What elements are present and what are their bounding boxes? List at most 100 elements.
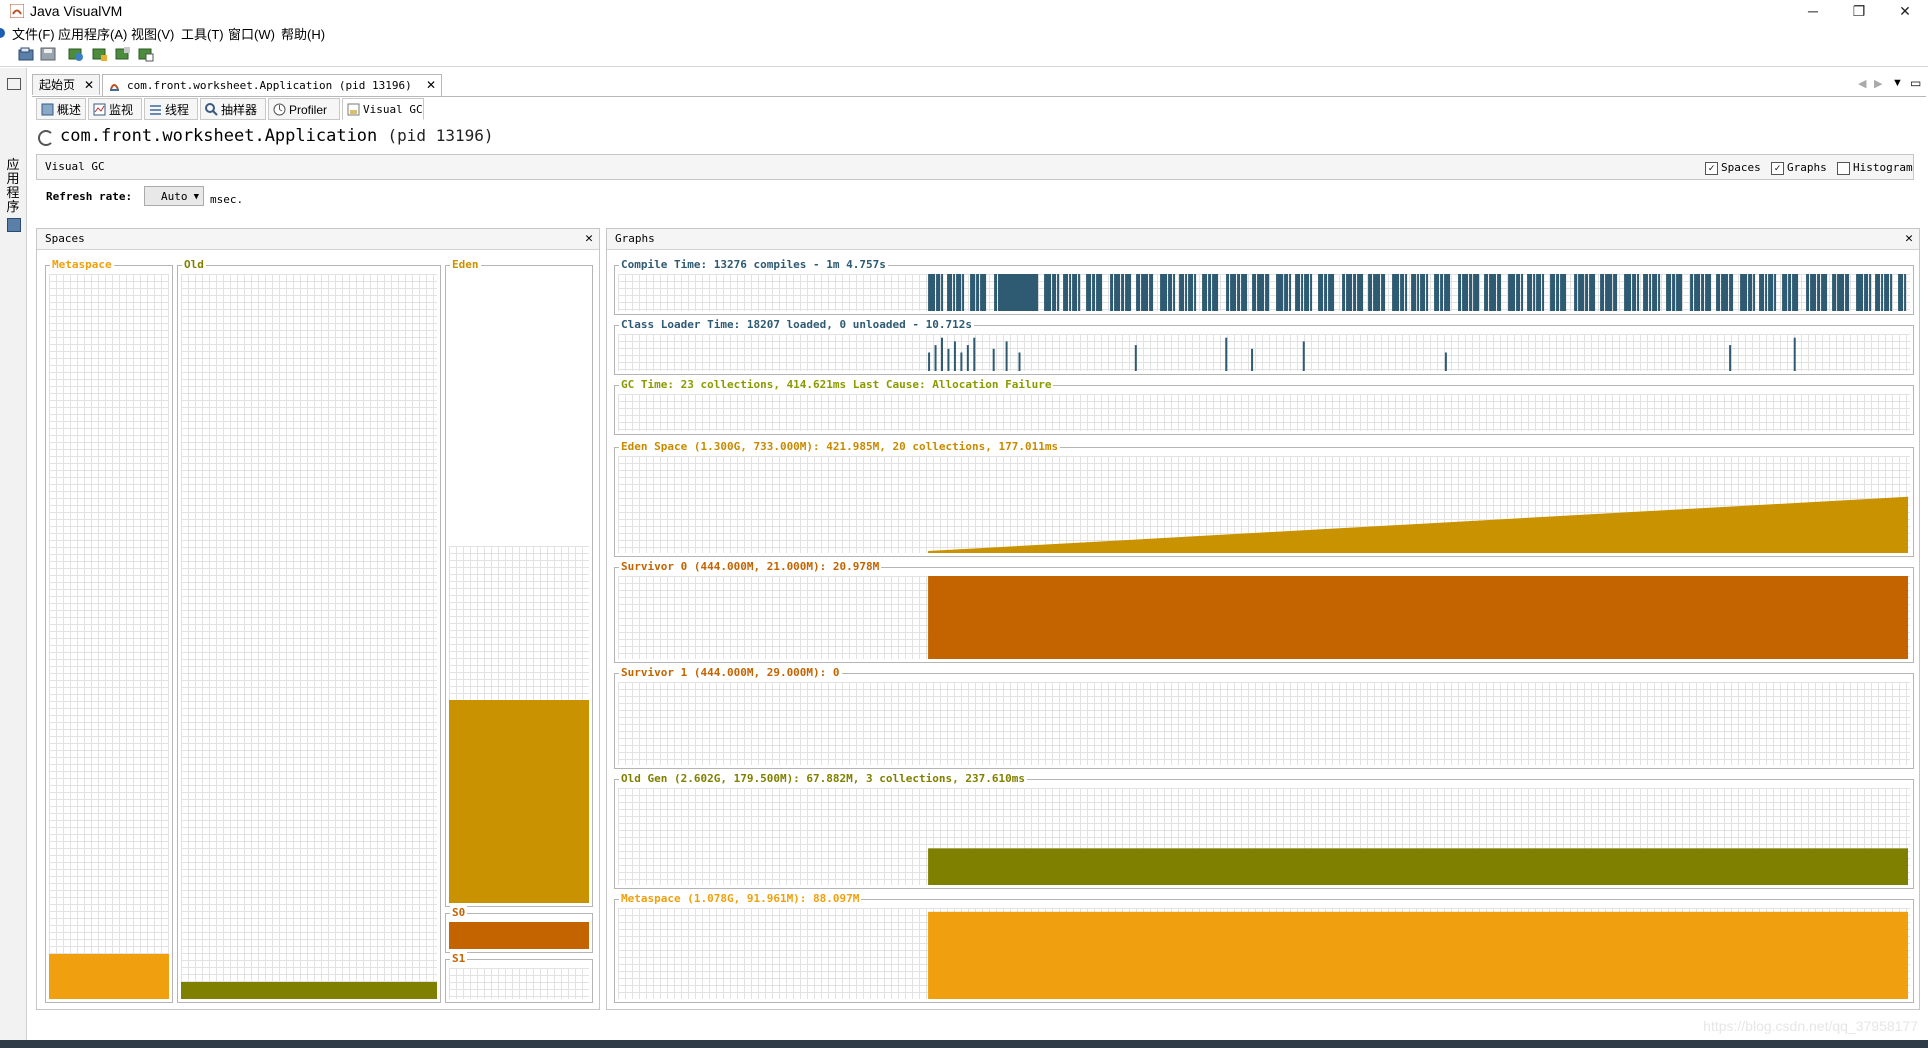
- restore-button[interactable]: ❐: [1836, 0, 1882, 22]
- old-space: Old: [177, 258, 441, 1003]
- compile-activity-bar: [1516, 274, 1521, 311]
- tab-profiler[interactable]: Profiler: [268, 98, 340, 120]
- compile-activity-bar: [1759, 274, 1765, 311]
- tab-start-page-label: 起始页: [39, 78, 76, 92]
- compile-activity-bar: [1533, 274, 1536, 311]
- refresh-rate-value: Auto: [161, 190, 188, 203]
- class-loader-spike: [1134, 345, 1137, 371]
- graphs-checkbox[interactable]: ✓ Graphs: [1771, 161, 1827, 175]
- compile-activity-bar: [1881, 274, 1884, 311]
- window-title: Java VisualVM: [30, 3, 123, 19]
- survivor0-graph-label: Survivor 0 (444.000M, 21.000M): 20.978M: [619, 560, 882, 574]
- compile-activity-bar: [1652, 274, 1658, 311]
- old-usage-fill: [181, 981, 437, 999]
- survivor0-usage-chart: [928, 576, 1908, 659]
- class-loader-spike: [1005, 341, 1008, 371]
- compile-activity-bar: [1484, 274, 1489, 311]
- tab-threads[interactable]: 线程: [144, 98, 198, 120]
- tab-monitor[interactable]: 监视: [88, 98, 142, 120]
- restore-window-icon[interactable]: [7, 78, 21, 90]
- old-space-label: Old: [182, 258, 206, 272]
- close-panel-icon[interactable]: ✕: [1905, 229, 1913, 249]
- eden-usage-area: [928, 496, 1908, 553]
- compile-activity-bar: [956, 274, 962, 311]
- compile-activity-bar: [1368, 274, 1373, 311]
- tab-application[interactable]: com.front.worksheet.Application (pid 131…: [102, 74, 442, 96]
- add-vm-coredump-icon[interactable]: [115, 46, 131, 62]
- applications-side-strip: 应用程序: [0, 68, 27, 1048]
- menu-help[interactable]: 帮助(H): [281, 24, 325, 43]
- compile-activity-bar: [1284, 274, 1289, 311]
- compile-activity-bar: [1716, 274, 1721, 311]
- compile-activity-bar: [1179, 274, 1185, 311]
- compile-activity-bar: [1792, 274, 1799, 311]
- compile-activity-bar: [1489, 274, 1497, 311]
- close-panel-icon[interactable]: ✕: [585, 229, 593, 249]
- gc-time-label: GC Time: 23 collections, 414.621ms Last …: [619, 378, 1054, 392]
- refresh-rate-select[interactable]: Auto ▼: [144, 186, 204, 206]
- compile-activity-bar: [1605, 274, 1613, 311]
- checkbox-checked-icon: ✓: [1705, 162, 1718, 175]
- menu-file[interactable]: 文件(F): [12, 24, 55, 43]
- scroll-tabs-left-icon[interactable]: ◀: [1858, 77, 1866, 90]
- visual-gc-label: Visual GC: [45, 160, 105, 173]
- compile-activity-bar: [1265, 274, 1270, 311]
- checkbox-unchecked-icon: [1837, 162, 1850, 175]
- compile-activity-bar: [1637, 274, 1640, 311]
- compile-activity-bar: [1869, 274, 1872, 311]
- watermark: https://blog.csdn.net/qq_37958177: [1703, 1018, 1918, 1034]
- tab-application-label: com.front.worksheet.Application (pid 131…: [127, 79, 412, 92]
- metaspace-space: Metaspace: [45, 258, 173, 1003]
- tab-visual-gc[interactable]: Visual GC: [342, 98, 424, 120]
- maximize-window-icon[interactable]: ▭: [1910, 76, 1921, 90]
- s1-space: S1: [445, 952, 593, 1003]
- compile-activity-bar: [1701, 274, 1705, 311]
- close-window-button[interactable]: ✕: [1882, 0, 1928, 22]
- compile-time-label: Compile Time: 13276 compiles - 1m 4.757s: [619, 258, 888, 272]
- eden-graph-label: Eden Space (1.300G, 733.000M): 421.985M,…: [619, 440, 1061, 454]
- compile-activity-bar: [1400, 274, 1405, 311]
- tab-start-page[interactable]: 起始页 ✕: [32, 74, 100, 95]
- graphs-panel-header: Graphs ✕: [607, 229, 1919, 250]
- compile-activity-bar: [1690, 274, 1694, 311]
- compile-activity-bar: [1301, 274, 1304, 311]
- spaces-checkbox[interactable]: ✓ Spaces: [1705, 161, 1761, 175]
- scroll-tabs-right-icon[interactable]: ▶: [1874, 77, 1882, 90]
- menu-tools[interactable]: 工具(T): [181, 24, 224, 43]
- load-snapshot-icon[interactable]: [18, 46, 34, 62]
- histogram-checkbox[interactable]: Histogram: [1837, 161, 1913, 175]
- checkbox-checked-icon: ✓: [1771, 162, 1784, 175]
- add-snapshot-icon[interactable]: [138, 46, 154, 62]
- add-jmx-connection-icon[interactable]: [68, 46, 84, 62]
- class-loader-spike: [941, 337, 943, 371]
- compile-activity-bar: [1904, 274, 1906, 311]
- add-remote-host-icon[interactable]: [92, 46, 108, 62]
- compile-activity-bar: [1328, 274, 1335, 311]
- compile-activity-bar: [1411, 274, 1417, 311]
- close-tab-icon[interactable]: ✕: [426, 75, 436, 96]
- old-gen-usage-chart: [928, 848, 1908, 885]
- compile-activity-bar: [941, 274, 944, 311]
- minimize-button[interactable]: ─: [1790, 0, 1836, 22]
- compile-activity-bar: [936, 274, 941, 311]
- tab-list-dropdown-icon[interactable]: ▼: [1892, 77, 1903, 89]
- taskbar-strip: [0, 1040, 1928, 1048]
- menu-view[interactable]: 视图(V): [131, 24, 174, 43]
- applications-tab-icon[interactable]: [7, 218, 21, 232]
- save-snapshot-icon[interactable]: [40, 46, 56, 62]
- compile-activity-bar: [1342, 274, 1346, 311]
- tab-profiler-label: Profiler: [289, 103, 328, 117]
- class-loader-spike: [934, 345, 937, 371]
- compile-activity-bar: [998, 274, 1039, 311]
- tab-monitor-label: 监视: [109, 103, 134, 117]
- menu-window[interactable]: 窗口(W): [228, 24, 275, 43]
- applications-tab-label[interactable]: 应用程序: [4, 158, 22, 214]
- menu-application[interactable]: 应用程序(A): [58, 24, 127, 43]
- compile-activity-bar: [1521, 274, 1524, 311]
- tab-sampler[interactable]: 抽样器: [200, 98, 266, 120]
- close-tab-icon[interactable]: ✕: [84, 75, 94, 96]
- compile-activity-bar: [1252, 274, 1257, 311]
- compile-activity-bar: [1890, 274, 1893, 311]
- class-loader-spike: [1793, 337, 1796, 371]
- tab-overview[interactable]: 概述: [36, 98, 86, 120]
